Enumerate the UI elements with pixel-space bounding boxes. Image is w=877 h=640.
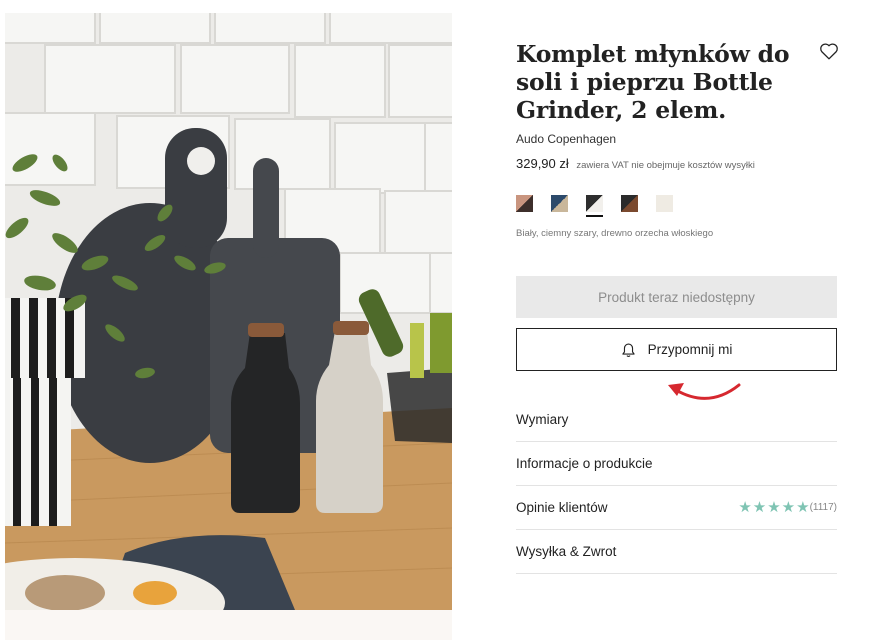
accordion-product-info-label: Informacje o produkcie [516, 455, 653, 471]
product-image[interactable] [5, 13, 452, 610]
brand-link[interactable]: Audo Copenhagen [516, 132, 837, 146]
remind-me-button[interactable]: Przypomnij mi [516, 328, 837, 371]
star-icon: ★ [796, 498, 810, 516]
color-swatches [516, 195, 837, 217]
star-icon: ★ [738, 498, 752, 516]
remind-me-label: Przypomnij mi [647, 342, 733, 357]
accordion-dimensions[interactable]: Wymiary [516, 397, 837, 442]
review-stars: ★★★★★ [737, 500, 809, 515]
vat-note: zawiera VAT nie obejmuje kosztów wysyłki [576, 160, 755, 171]
accordion-dimensions-label: Wymiary [516, 411, 569, 427]
price-row: 329,90 zł zawiera VAT nie obejmuje koszt… [516, 156, 837, 171]
accordion-product-info[interactable]: Informacje o produkcie [516, 441, 837, 486]
selected-color-name: Biały, ciemny szary, drewno orzecha włos… [516, 228, 714, 239]
swatch-dark-white[interactable] [586, 195, 603, 217]
swatch-dark-walnut[interactable] [621, 195, 638, 212]
review-rating[interactable]: ★★★★★ (1117) [737, 500, 837, 515]
unavailable-label: Produkt teraz niedostępny [598, 289, 755, 305]
price: 329,90 zł [516, 156, 569, 171]
product-title: Komplet młynków do soli i pieprzu Bottle… [516, 40, 790, 124]
accordion-shipping-label: Wysyłka & Zwrot [516, 543, 617, 559]
bell-icon [621, 343, 635, 357]
star-icon: ★ [767, 498, 781, 516]
swatch-rose-dark[interactable] [516, 195, 533, 212]
star-icon: ★ [781, 498, 796, 516]
swatch-blue-beige[interactable] [551, 195, 568, 212]
product-info-panel: Komplet młynków do soli i pieprzu Bottle… [516, 40, 840, 371]
image-footer-strip [5, 610, 452, 640]
swatch-cream[interactable] [656, 195, 673, 212]
unavailable-button: Produkt teraz niedostępny [516, 276, 837, 318]
reviews-count: (1117) [809, 501, 837, 513]
accordion-reviews[interactable]: Opinie klientów ★★★★★ (1117) [516, 485, 837, 530]
accordion-reviews-label: Opinie klientów [516, 499, 608, 515]
star-icon: ★ [752, 498, 767, 516]
accordion-shipping[interactable]: Wysyłka & Zwrot [516, 529, 837, 574]
heart-icon[interactable] [818, 40, 840, 62]
